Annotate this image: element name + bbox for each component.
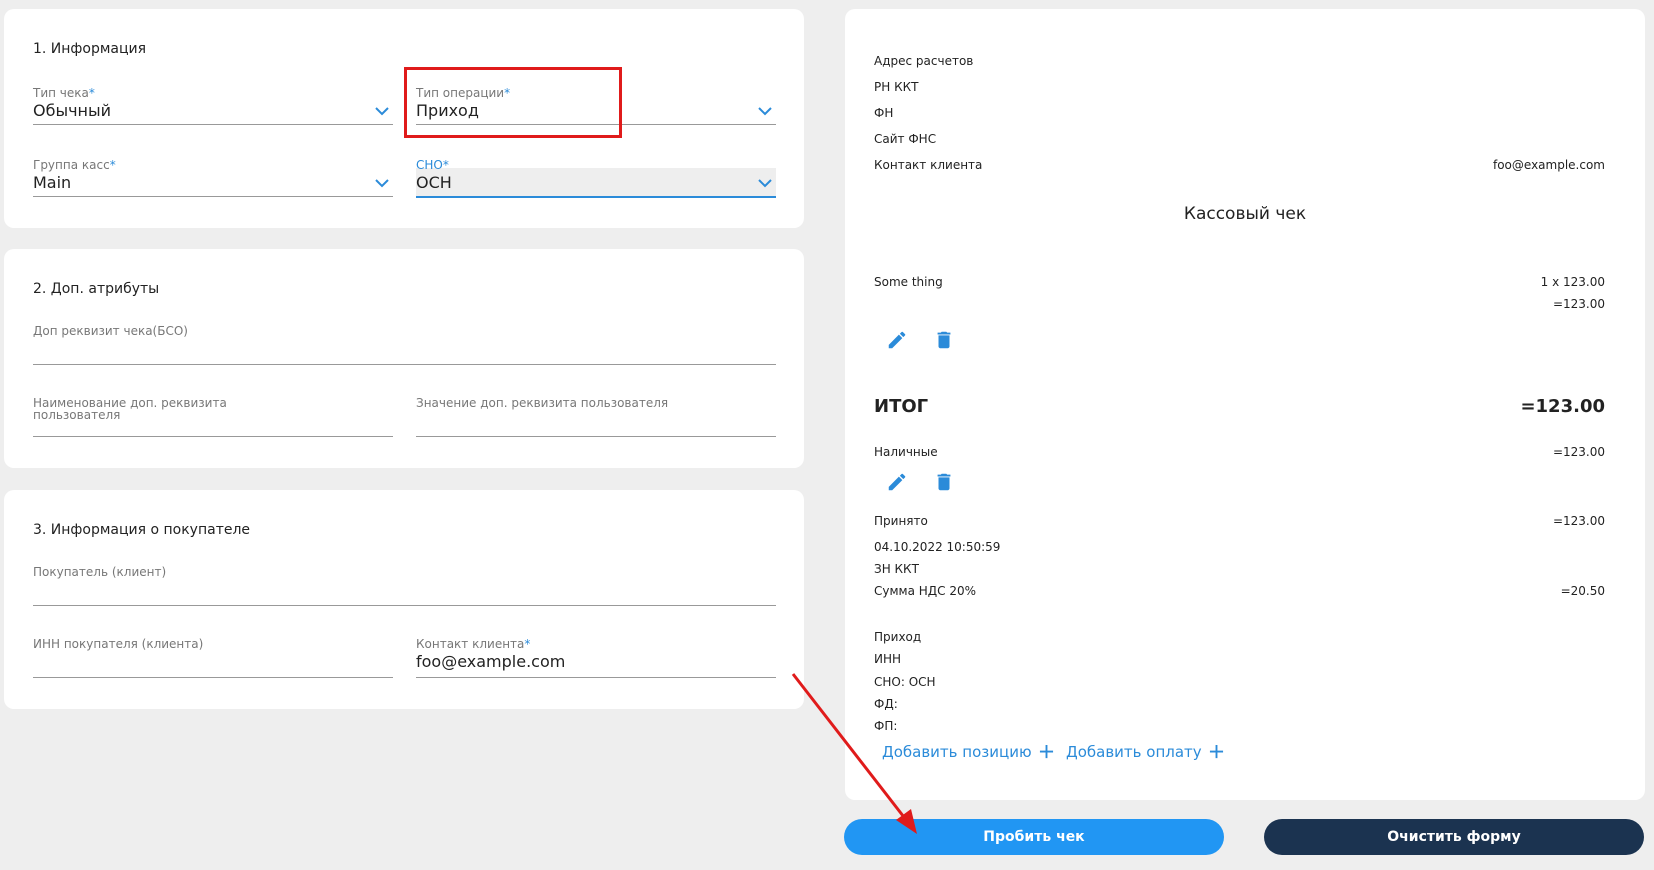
add-payment-label: Добавить оплату xyxy=(1066,743,1202,761)
receipt-preview-card: Адрес расчетов РН ККТ ФН Сайт ФНС Контак… xyxy=(845,9,1645,800)
add-position-link[interactable]: Добавить позицию xyxy=(882,743,1054,761)
plus-icon xyxy=(1040,744,1054,759)
pencil-icon[interactable] xyxy=(886,329,908,351)
chevron-down-icon xyxy=(758,179,772,188)
client-contact-value: foo@example.com xyxy=(416,652,566,671)
trash-icon[interactable] xyxy=(933,329,955,351)
user-attr-value-underline xyxy=(416,436,776,437)
bso-attribute-input[interactable]: Доп реквизит чека(БСО) xyxy=(33,317,776,365)
bso-attribute-underline xyxy=(33,364,776,365)
plus-icon xyxy=(1210,744,1224,759)
user-attr-name-label: Наименование доп. реквизита пользователя xyxy=(33,396,227,422)
tax-system-value: ОСН xyxy=(416,173,452,192)
receipt-type-label: Тип чека* xyxy=(33,86,95,100)
buyer-section-title: 3. Информация о покупателе xyxy=(33,522,251,538)
info-section-title: 1. Информация xyxy=(33,41,147,57)
receipt-type-value: Обычный xyxy=(33,101,112,120)
tax-system-select[interactable]: СНО* ОСН xyxy=(416,151,776,199)
buyer-input[interactable]: Покупатель (клиент) xyxy=(33,558,776,606)
receipt-fp: ФП: xyxy=(874,719,898,733)
submit-receipt-button[interactable]: Пробить чек xyxy=(844,819,1224,855)
bso-attribute-label: Доп реквизит чека(БСО) xyxy=(33,324,188,338)
annotation-highlight-box xyxy=(404,67,622,138)
trash-icon[interactable] xyxy=(933,471,955,493)
chevron-down-icon xyxy=(375,107,389,116)
client-contact-underline xyxy=(416,677,776,678)
receipt-settle-address: Адрес расчетов xyxy=(874,54,974,68)
buyer-inn-underline xyxy=(33,677,393,678)
buyer-card: 3. Информация о покупателе Покупатель (к… xyxy=(4,490,804,709)
user-attr-name-underline xyxy=(33,436,393,437)
receipt-rn-kkt: РН ККТ xyxy=(874,80,919,94)
receipt-accepted-label: Принято xyxy=(874,514,928,528)
receipt-item-qty: 1 x 123.00 xyxy=(1540,275,1605,289)
register-group-value: Main xyxy=(33,173,72,192)
receipt-total-label: ИТОГ xyxy=(874,396,929,417)
receipt-fns-site: Сайт ФНС xyxy=(874,132,937,146)
register-group-underline xyxy=(33,196,393,197)
receipt-fn: ФН xyxy=(874,106,894,120)
user-attr-name-input[interactable]: Наименование доп. реквизита пользователя xyxy=(33,389,393,437)
receipt-vat-value: =20.50 xyxy=(1560,584,1605,598)
receipt-type-underline xyxy=(33,124,393,125)
receipt-client-contact-value: foo@example.com xyxy=(1492,158,1605,172)
receipt-item-sum: =123.00 xyxy=(1552,297,1605,311)
receipt-zn-kkt: ЗН ККТ xyxy=(874,562,919,576)
receipt-total-value: =123.00 xyxy=(1520,396,1605,417)
client-contact-input[interactable]: Контакт клиента* foo@example.com xyxy=(416,630,776,678)
buyer-inn-label: ИНН покупателя (клиента) xyxy=(33,637,204,651)
add-payment-link[interactable]: Добавить оплату xyxy=(1066,743,1224,761)
clear-form-button[interactable]: Очистить форму xyxy=(1264,819,1644,855)
buyer-label: Покупатель (клиент) xyxy=(33,565,167,579)
register-group-label: Группа касс* xyxy=(33,158,116,172)
pencil-icon[interactable] xyxy=(886,471,908,493)
receipt-datetime: 04.10.2022 10:50:59 xyxy=(874,540,1001,554)
tax-system-label: СНО* xyxy=(416,158,449,172)
receipt-op-type: Приход xyxy=(874,630,922,644)
buyer-inn-input[interactable]: ИНН покупателя (клиента) xyxy=(33,630,393,678)
receipt-vat-label: Сумма НДС 20% xyxy=(874,584,977,598)
user-attr-value-label: Значение доп. реквизита пользователя xyxy=(416,396,669,410)
tax-system-underline xyxy=(416,196,776,198)
receipt-type-select[interactable]: Тип чека* Обычный xyxy=(33,79,393,125)
user-attr-value-input[interactable]: Значение доп. реквизита пользователя xyxy=(416,389,776,437)
buyer-underline xyxy=(33,605,776,606)
receipt-fd: ФД: xyxy=(874,697,898,711)
client-contact-label: Контакт клиента* xyxy=(416,637,531,651)
tax-system-focus-bg xyxy=(416,168,776,197)
receipt-item-name: Some thing xyxy=(874,275,943,289)
chevron-down-icon xyxy=(375,179,389,188)
receipt-client-contact-label: Контакт клиента xyxy=(874,158,983,172)
receipt-sno: СНО: ОСН xyxy=(874,675,936,689)
receipt-payment-label: Наличные xyxy=(874,445,938,459)
extra-section-title: 2. Доп. атрибуты xyxy=(33,281,160,297)
chevron-down-icon xyxy=(758,107,772,116)
receipt-payment-value: =123.00 xyxy=(1552,445,1605,459)
receipt-accepted-value: =123.00 xyxy=(1552,514,1605,528)
extra-attributes-card: 2. Доп. атрибуты Доп реквизит чека(БСО) … xyxy=(4,249,804,468)
register-group-select[interactable]: Группа касс* Main xyxy=(33,151,393,197)
receipt-title: Кассовый чек xyxy=(1183,204,1307,224)
receipt-inn: ИНН xyxy=(874,652,902,666)
add-position-label: Добавить позицию xyxy=(882,743,1032,761)
